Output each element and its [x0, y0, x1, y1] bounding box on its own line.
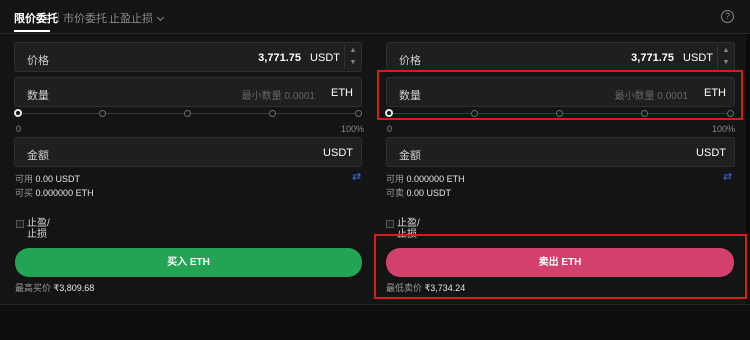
buy-price-label: 价格	[27, 55, 49, 67]
buy-available: 可用 0.00 USDT	[15, 172, 80, 185]
sell-tpsl-checkbox[interactable]	[386, 220, 394, 228]
order-type-tabs: 限价委托 市价委托 止盈止损 ?	[0, 0, 750, 33]
bottom-area	[0, 304, 750, 340]
buy-can-buy-label: 可买	[15, 188, 34, 198]
buy-quantity-unit: ETH	[331, 87, 353, 99]
buy-slider-max: 100%	[341, 124, 365, 134]
slider-step-75[interactable]	[269, 110, 276, 117]
buy-quantity-field[interactable]: 数量 最小数量 0.0001 ETH	[14, 77, 362, 107]
swap-arrows-icon[interactable]: ⇄	[723, 170, 732, 183]
sell-available: 可用 0.000000 ETH	[386, 172, 465, 185]
step-down-icon[interactable]: ▼	[345, 57, 361, 69]
sell-amount-field[interactable]: 金额 USDT	[386, 137, 735, 167]
buy-tpsl-checkbox[interactable]	[16, 220, 24, 228]
sell-amount-label: 金额	[399, 150, 421, 162]
buy-price-field[interactable]: 价格 3,771.75 USDT ▲ ▼	[14, 42, 362, 72]
sell-slider-min: 0	[387, 124, 393, 134]
tab-market-order[interactable]: 市价委托	[63, 10, 107, 26]
buy-highest-price-value: ₹3,809.68	[53, 283, 95, 293]
buy-can-buy: 可买 0.000000 ETH	[15, 186, 94, 199]
sell-can-sell-value: 0.00 USDT	[406, 188, 452, 198]
highlight-box-sell-button	[374, 234, 747, 299]
sell-amount-unit: USDT	[696, 147, 726, 159]
step-down-icon[interactable]: ▼	[718, 57, 734, 69]
buy-amount-unit: USDT	[323, 147, 353, 159]
tab-tp-sl[interactable]: 止盈止损	[109, 10, 165, 26]
chevron-down-icon	[156, 13, 165, 22]
buy-panel: 价格 3,771.75 USDT ▲ ▼ 数量 最小数量 0.0001 ETH …	[0, 34, 372, 304]
buy-quantity-placeholder: 最小数量 0.0001	[241, 91, 315, 102]
buy-quantity-label: 数量	[27, 90, 49, 102]
tab-divider	[58, 12, 59, 23]
sell-price-unit: USDT	[683, 52, 713, 64]
highlight-box-quantity	[377, 70, 743, 120]
buy-amount-field[interactable]: 金额 USDT	[14, 137, 362, 167]
buy-price-unit: USDT	[310, 52, 340, 64]
sell-price-label: 价格	[399, 55, 421, 67]
buy-price-stepper: ▲ ▼	[344, 45, 360, 69]
question-circle-icon[interactable]: ?	[721, 10, 734, 23]
sell-can-sell-label: 可卖	[386, 188, 405, 198]
slider-handle[interactable]	[14, 109, 22, 117]
buy-highest-price-label: 最高买价	[15, 283, 52, 293]
sell-can-sell: 可卖 0.00 USDT	[386, 186, 451, 199]
buy-percent-slider[interactable]	[14, 109, 363, 119]
buy-available-label: 可用	[15, 174, 34, 184]
active-tab-indicator	[14, 30, 50, 32]
step-up-icon[interactable]: ▲	[345, 45, 361, 57]
sell-available-value: 0.000000 ETH	[406, 174, 465, 184]
buy-available-value: 0.00 USDT	[35, 174, 81, 184]
tab-tp-sl-label: 止盈止损	[109, 13, 153, 25]
buy-amount-label: 金额	[27, 150, 49, 162]
tab-limit-order[interactable]: 限价委托	[14, 10, 58, 26]
buy-highest-price: 最高买价 ₹3,809.68	[15, 281, 94, 294]
buy-price-value: 3,771.75	[258, 52, 301, 64]
buy-can-buy-value: 0.000000 ETH	[35, 188, 94, 198]
buy-eth-button[interactable]: 买入 ETH	[15, 248, 362, 277]
step-up-icon[interactable]: ▲	[718, 45, 734, 57]
slider-step-100[interactable]	[355, 110, 362, 117]
buy-tpsl-label: 止盈/止损	[27, 218, 50, 240]
slider-step-25[interactable]	[99, 110, 106, 117]
sell-price-field[interactable]: 价格 3,771.75 USDT ▲ ▼	[386, 42, 735, 72]
sell-available-label: 可用	[386, 174, 405, 184]
sell-price-value: 3,771.75	[631, 52, 674, 64]
buy-slider-min: 0	[16, 124, 22, 134]
swap-arrows-icon[interactable]: ⇄	[352, 170, 361, 183]
sell-price-stepper: ▲ ▼	[717, 45, 733, 69]
sell-slider-max: 100%	[712, 124, 736, 134]
slider-step-50[interactable]	[184, 110, 191, 117]
